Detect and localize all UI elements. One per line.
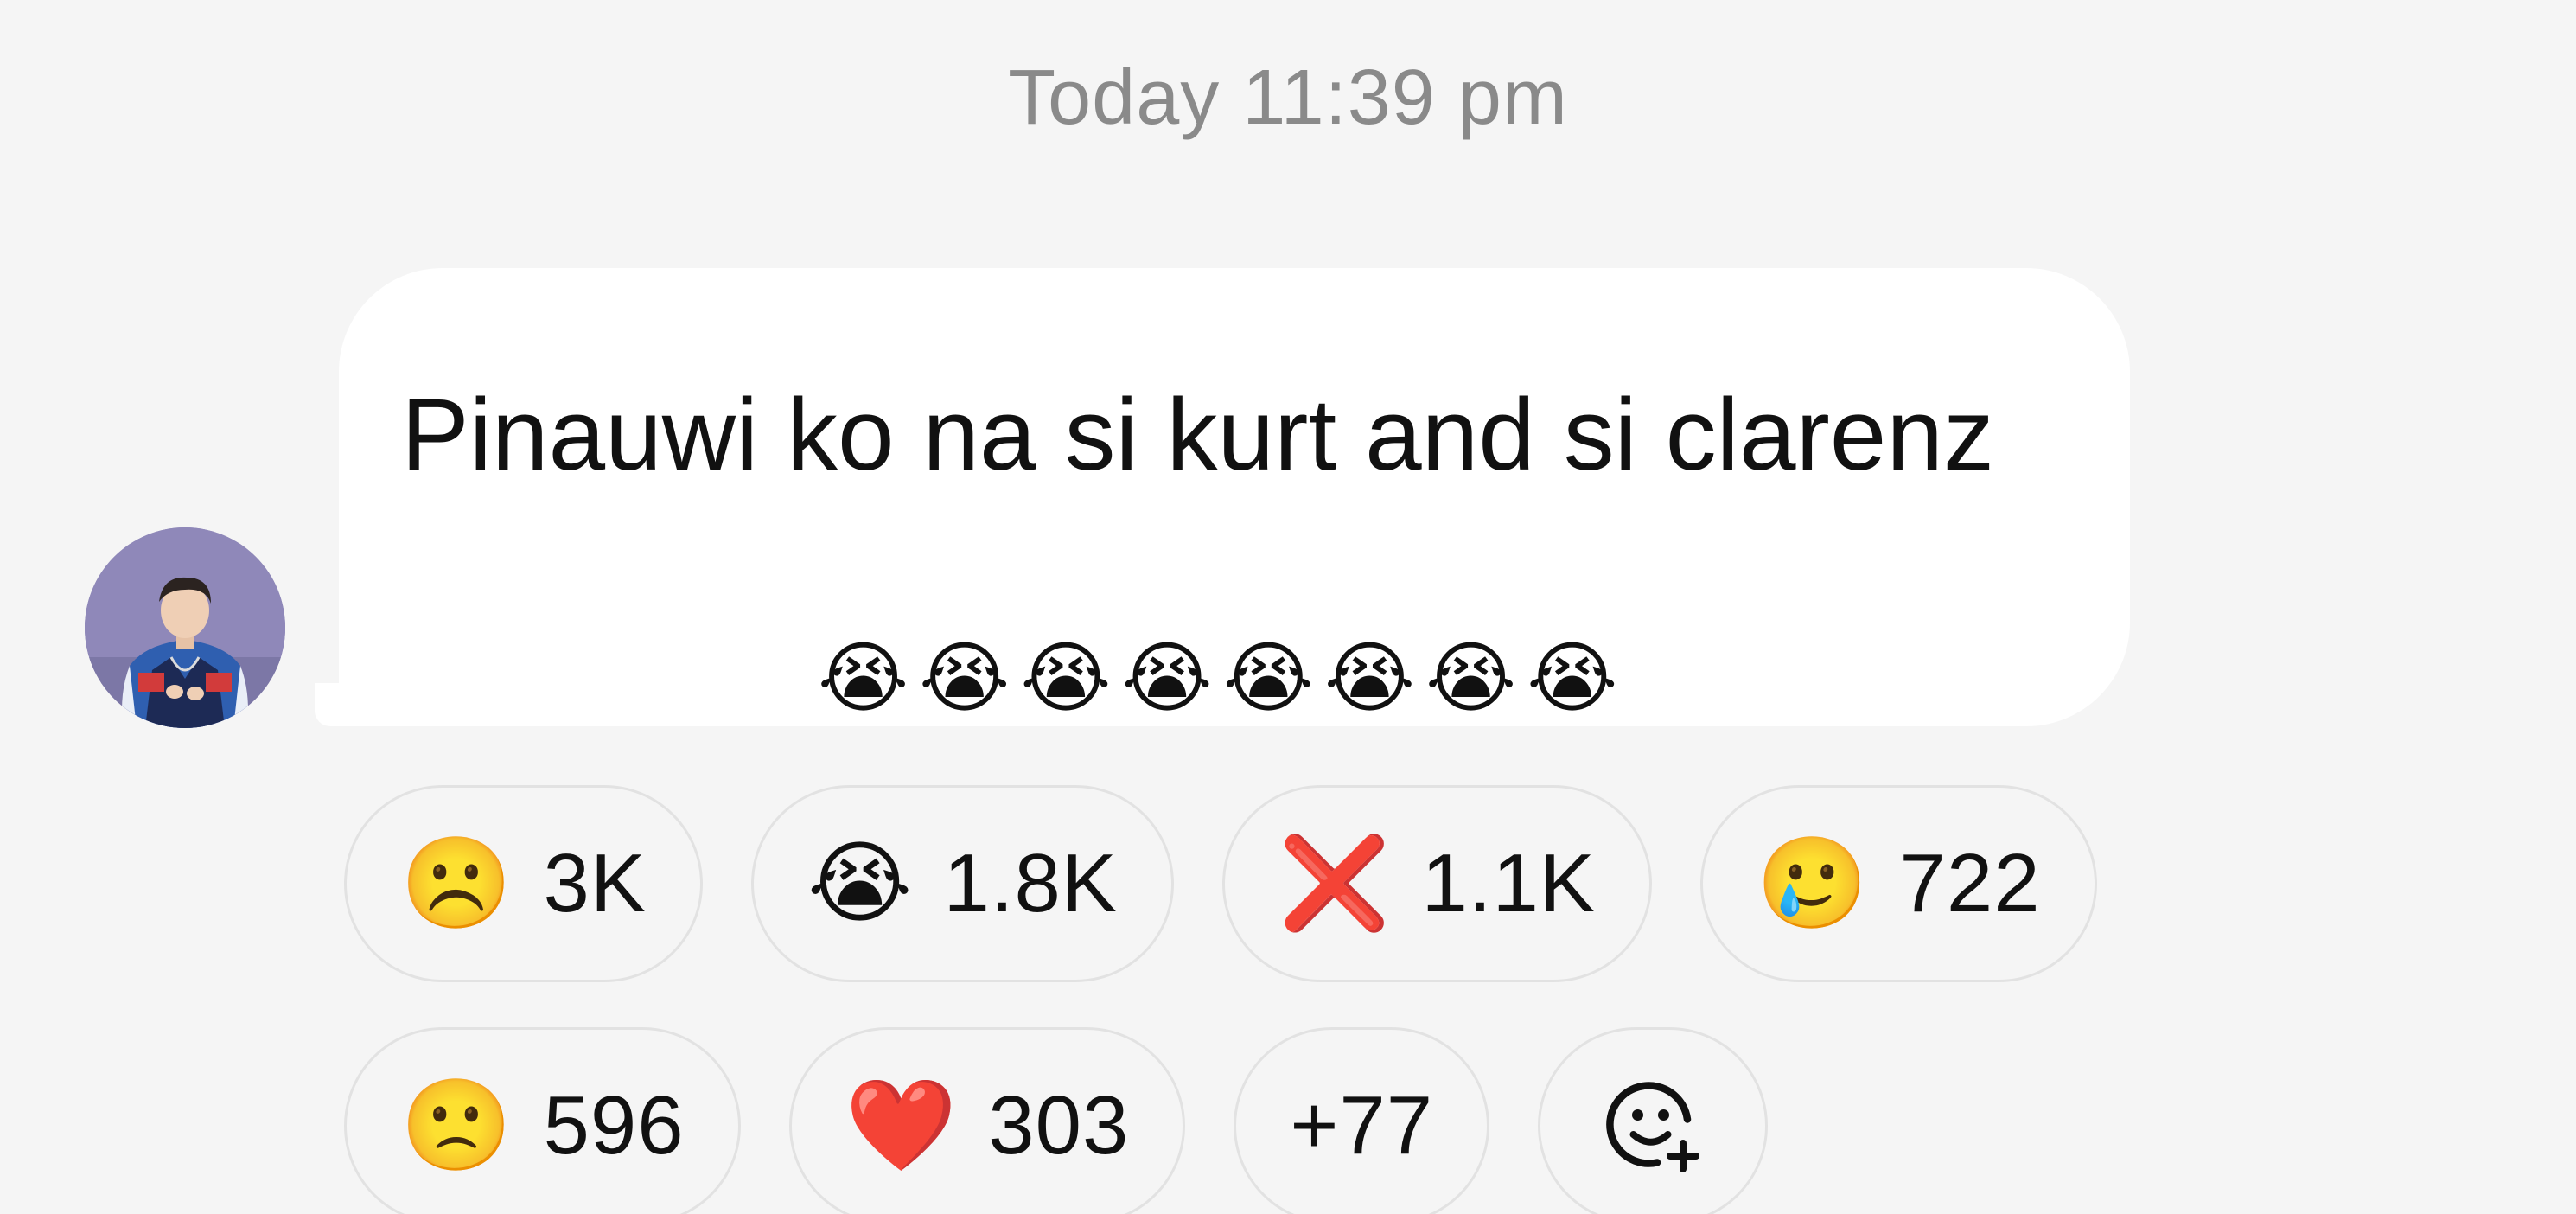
sender-avatar[interactable] [85,527,285,728]
frowning-face-emoji: ☹️ [400,834,513,934]
slightly-frowning-emoji: 🙁 [400,1076,513,1176]
reaction-count: 1.1K [1421,837,1596,930]
red-heart-emoji: ❤️ [845,1076,958,1176]
reaction-slightly-frowning[interactable]: 🙁 596 [344,1027,741,1214]
message-bubble[interactable]: Pinauwi ko na si kurt and si clarenz 😭 😭… [339,268,2130,726]
loudly-crying-emoji: 😭 [919,636,1011,722]
reaction-count: 596 [543,1079,685,1172]
add-reaction-button[interactable] [1538,1027,1769,1214]
reaction-cross-mark[interactable]: ❌ 1.1K [1221,785,1652,982]
reaction-count: 722 [1899,837,2041,930]
loudly-crying-emoji: 😭 [1222,636,1314,722]
loudly-crying-emoji: 😭 [1527,636,1618,722]
more-reactions-button[interactable]: +77 [1234,1027,1490,1214]
loudly-crying-emoji: 😭 [1425,636,1517,722]
reactions-row-1: ☹️ 3K 😭 1.8K ❌ 1.1K 🥲 722 [344,785,2159,982]
loudly-crying-emoji: 😭 [818,636,909,722]
reactions-row-2: 🙁 596 ❤️ 303 +77 [344,1027,2159,1214]
add-reaction-icon [1606,1082,1700,1172]
avatar-image [85,527,285,728]
message-timestamp: Today 11:39 pm [1008,54,1568,141]
message-emoji-run: 😭 😭 😭 😭 😭 😭 😭 😭 [818,631,1617,726]
reaction-frowning[interactable]: ☹️ 3K [344,785,703,982]
loudly-crying-emoji: 😭 [1323,636,1416,722]
chat-thread: Today 11:39 pm Pinauwi ko na si kurt and… [0,0,2576,1214]
reactions-bar: ☹️ 3K 😭 1.8K ❌ 1.1K 🥲 722 🙁 596 ❤️ 303 +… [344,785,2159,1214]
loudly-crying-emoji: 😭 [807,834,913,934]
cross-mark-emoji: ❌ [1278,834,1391,934]
smiling-tear-emoji: 🥲 [1756,834,1869,934]
reaction-count: 1.8K [943,837,1118,930]
loudly-crying-emoji: 😭 [1121,636,1213,722]
reaction-heart[interactable]: ❤️ 303 [788,1027,1186,1214]
reaction-count: 3K [543,837,647,930]
reaction-count: 303 [988,1079,1130,1172]
reaction-smiling-tear[interactable]: 🥲 722 [1699,785,2097,982]
message-text: Pinauwi ko na si kurt and si clarenz [401,378,1995,492]
reaction-loudly-crying[interactable]: 😭 1.8K [750,785,1174,982]
more-reactions-count: +77 [1290,1079,1434,1172]
loudly-crying-emoji: 😭 [1020,636,1112,722]
